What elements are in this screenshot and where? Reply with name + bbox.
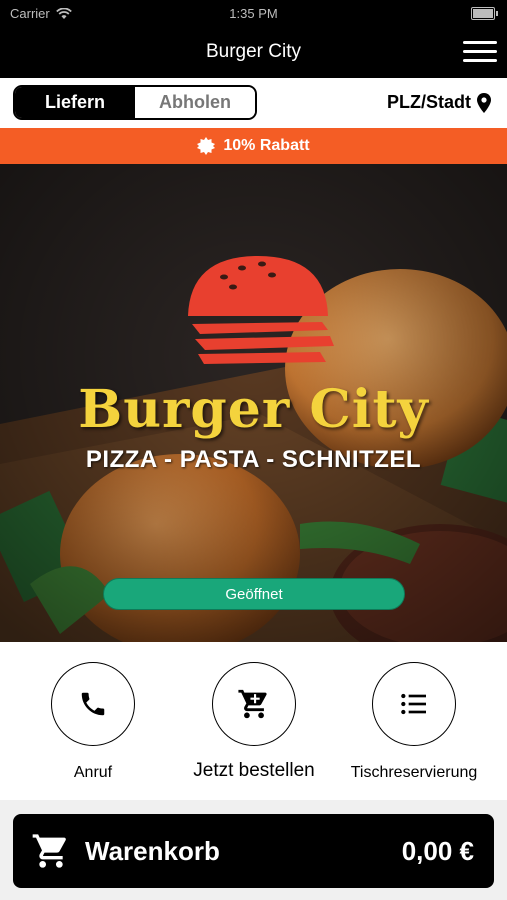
- call-action[interactable]: Anruf: [18, 662, 168, 782]
- status-bar: Carrier 1:35 PM: [0, 0, 507, 26]
- call-label: Anruf: [73, 764, 113, 781]
- order-now-button[interactable]: [212, 662, 296, 746]
- quick-actions: Anruf Jetzt bestellen Tischreservierung: [0, 642, 507, 800]
- order-now-action[interactable]: Jetzt bestellen: [179, 662, 329, 782]
- location-label: PLZ/Stadt: [387, 92, 471, 112]
- table-reservation-button[interactable]: [372, 662, 456, 746]
- cart-button[interactable]: Warenkorb 0,00 €: [13, 814, 494, 888]
- cart-total: 0,00 €: [401, 835, 474, 866]
- badge-icon: [197, 137, 216, 155]
- table-reservation-label: Tischreservierung: [350, 764, 478, 781]
- order-mode-row: Liefern Abholen PLZ/Stadt: [0, 78, 507, 128]
- page-title: Burger City: [205, 41, 302, 62]
- cart-label: Warenkorb: [85, 835, 220, 866]
- nav-bar: Burger City: [0, 26, 507, 78]
- phone-icon: [81, 692, 105, 716]
- promo-banner[interactable]: 10% Rabatt: [0, 128, 507, 164]
- cart-icon: [32, 834, 66, 868]
- order-mode-delivery[interactable]: Liefern: [15, 87, 135, 118]
- promo-text: 10% Rabatt: [223, 137, 310, 154]
- order-mode-toggle: Liefern Abholen: [13, 85, 257, 120]
- list-icon: [401, 693, 426, 715]
- location-selector[interactable]: PLZ/Stadt: [387, 92, 491, 113]
- table-reservation-action[interactable]: Tischreservierung: [339, 662, 489, 782]
- battery-icon: [471, 7, 498, 20]
- clock: 1:35 PM: [229, 6, 278, 21]
- order-now-label: Jetzt bestellen: [193, 760, 315, 781]
- call-button[interactable]: [51, 662, 135, 746]
- brand-name: Burger City: [78, 379, 429, 440]
- order-mode-pickup[interactable]: Abholen: [135, 87, 255, 118]
- open-status-badge[interactable]: Geöffnet: [103, 578, 405, 610]
- location-pin-icon: [477, 92, 491, 113]
- hamburger-menu-icon[interactable]: [463, 39, 497, 65]
- hero-image: Burger City PIZZA - PASTA - SCHNITZEL Ge…: [0, 164, 507, 642]
- brand-tagline: PIZZA - PASTA - SCHNITZEL: [85, 446, 422, 473]
- cart-icon: [238, 689, 267, 719]
- footer: Warenkorb 0,00 €: [0, 800, 507, 900]
